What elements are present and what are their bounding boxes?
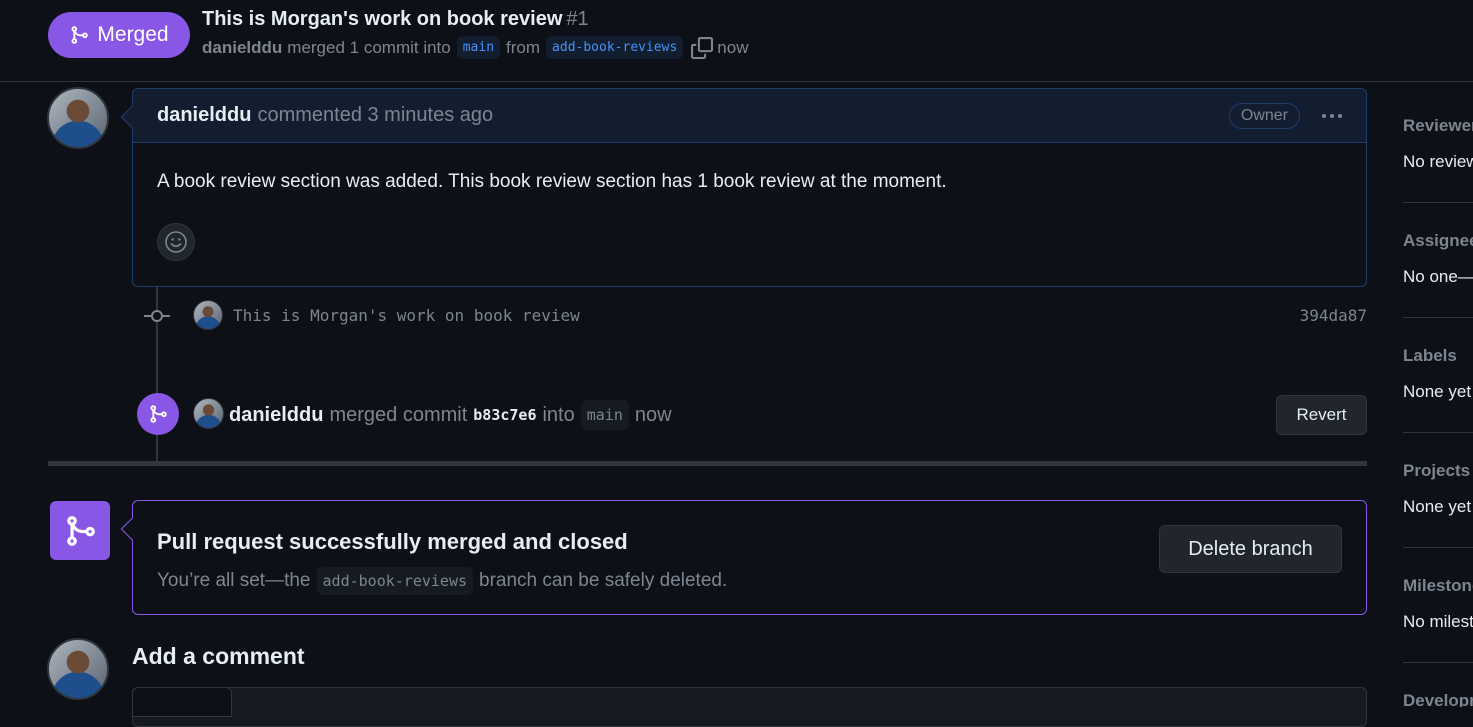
comment-body: A book review section was added. This bo… [157,171,947,192]
sidebar-divider [1403,662,1473,663]
owner-badge: Owner [1228,102,1300,129]
sidebar-heading[interactable]: Milestone [1403,576,1473,596]
pr-time: now [717,37,749,57]
revert-button[interactable]: Revert [1276,395,1367,435]
merged-caret [120,517,144,541]
pr-meta: danielddu merged 1 commit into main from… [202,36,748,59]
git-merge-icon [71,26,89,44]
commit-message-link[interactable]: This is Morgan's work on book review [233,306,580,325]
sidebar-divider [1403,432,1473,433]
commit-row: This is Morgan's work on book review 394… [140,298,1367,334]
sidebar-heading[interactable]: Development [1403,691,1473,707]
from-text: from [506,37,541,57]
merge-branch-chip[interactable]: main [580,400,629,430]
pr-title-text: This is Morgan's work on book review [202,8,563,30]
sidebar-milestone: Milestone No milestone [1403,576,1473,632]
merge-sha-link[interactable]: b83c7e6 [473,406,536,424]
pr-title: This is Morgan's work on book review #1 [202,8,589,31]
comment-box: danielddu commented 3 minutes ago Owner … [120,88,1367,287]
kebab-menu-icon[interactable] [1322,113,1342,118]
git-merge-icon [67,515,95,546]
merged-state-badge: Merged [48,12,190,58]
add-comment-heading: Add a comment [132,643,305,669]
comment-header: danielddu commented 3 minutes ago Owner [133,89,1366,143]
merged-title: Pull request successfully merged and clo… [157,529,628,554]
sidebar-divider [1403,202,1473,203]
merge-action: merged commit [329,403,468,426]
sidebar-heading[interactable]: Labels [1403,346,1473,366]
merged-sub-after: branch can be safely deleted. [479,570,728,591]
comment-author-link[interactable]: danielddu [157,104,251,127]
add-reaction-button[interactable] [157,223,195,261]
pr-author-link[interactable]: danielddu [202,38,282,58]
sidebar-value: None yet [1403,382,1472,401]
commit-avatar[interactable] [193,300,223,330]
merged-status-box: Pull request successfully merged and clo… [120,500,1367,615]
sidebar-labels: Labels None yet [1403,346,1473,402]
comment-action[interactable]: commented 3 minutes ago [257,104,493,127]
git-merge-icon [150,405,167,423]
merge-event-text: danielddu merged commit b83c7e6 into mai… [229,400,672,430]
smiley-icon [165,231,187,253]
delete-branch-button[interactable]: Delete branch [1159,525,1342,573]
merged-sub-before: You’re all set—the [157,570,311,591]
sidebar-divider [1403,547,1473,548]
sidebar-value: No one— [1403,267,1473,286]
commit-sha-link[interactable]: 394da87 [1300,306,1367,325]
sidebar: Reviewers No reviewers Assignees No one—… [1403,82,1473,707]
git-commit-icon [144,310,170,322]
sidebar-development: Development [1403,691,1473,707]
merged-subtitle: You’re all set—the add-book-reviews bran… [157,567,727,595]
pr-merged-text: merged 1 commit into [287,37,451,57]
editor-write-tab[interactable] [132,687,232,717]
sidebar-reviewers: Reviewers No reviewers [1403,116,1473,172]
sidebar-value: No milestone [1403,612,1473,631]
sidebar-divider [1403,317,1473,318]
sidebar-projects: Projects None yet [1403,461,1473,517]
merge-time[interactable]: now [635,404,672,427]
current-user-avatar [47,638,109,700]
copy-icon[interactable] [691,36,714,59]
sidebar-assignees: Assignees No one— [1403,231,1473,287]
merge-author-link[interactable]: danielddu [229,404,323,427]
header-divider [0,81,1473,82]
sidebar-heading[interactable]: Reviewers [1403,116,1473,136]
sidebar-heading[interactable]: Projects [1403,461,1473,481]
sidebar-value: None yet [1403,497,1472,516]
merge-event-badge [137,393,179,435]
comment-editor[interactable] [132,687,1367,727]
merge-into-text: into [542,403,575,426]
base-branch-chip[interactable]: main [456,36,501,59]
merge-event: danielddu merged commit b83c7e6 into mai… [137,393,1367,437]
merged-branch-chip: add-book-reviews [316,567,474,595]
sidebar-heading[interactable]: Assignees [1403,231,1473,251]
head-branch-chip[interactable]: add-book-reviews [546,36,684,59]
merged-status-icon [50,501,110,560]
avatar[interactable] [47,87,109,149]
pr-number: #1 [566,8,589,30]
merge-avatar[interactable] [193,398,224,429]
state-label: Merged [97,23,169,46]
sidebar-value: No reviewers [1403,152,1473,171]
timeline-divider [48,461,1367,466]
